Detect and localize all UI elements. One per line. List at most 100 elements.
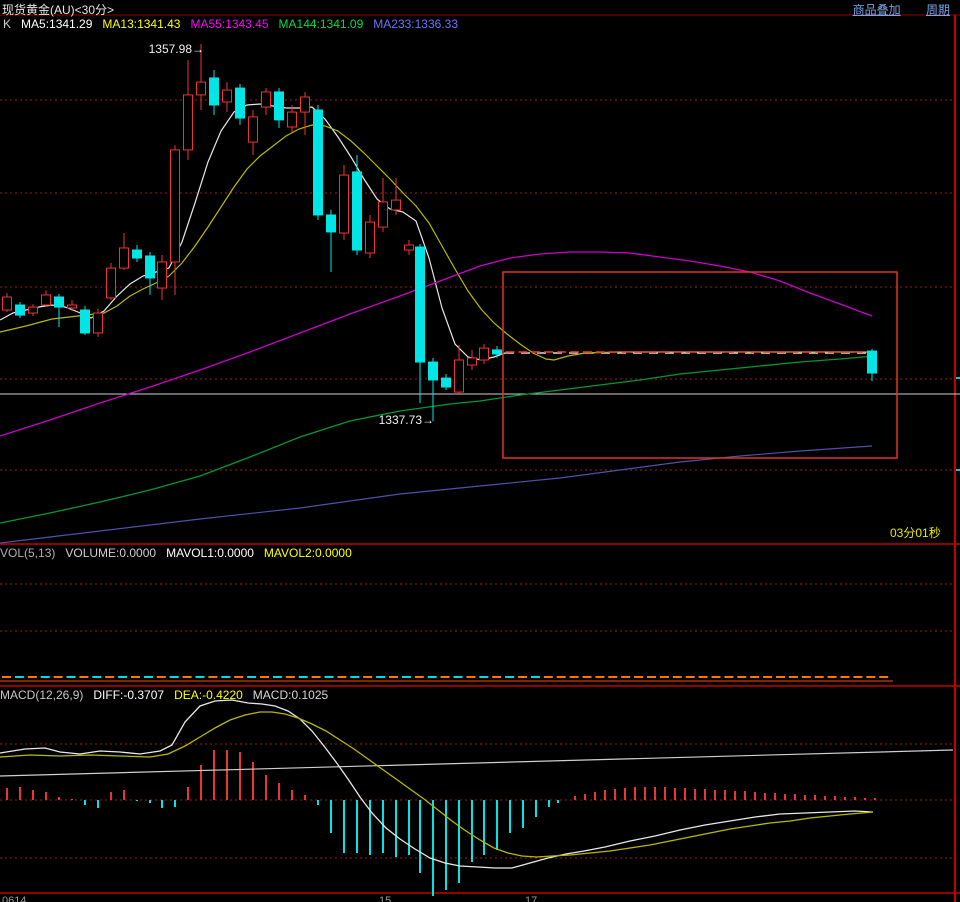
- candle: [107, 268, 116, 298]
- instrument-title: 现货黄金(AU)<30分>: [2, 1, 114, 18]
- candle: [314, 110, 323, 215]
- volume-bar: [28, 676, 37, 678]
- ma144-value: MA144:1341.09: [279, 17, 364, 31]
- doji-candle: [518, 351, 527, 353]
- doji-candle: [725, 351, 734, 353]
- volume-bar: [479, 676, 488, 678]
- candle: [94, 313, 103, 333]
- volume-bar: [505, 676, 514, 678]
- volume-bar: [376, 676, 385, 678]
- candle: [29, 307, 38, 313]
- doji-candle: [660, 351, 669, 353]
- volume-bar: [879, 676, 888, 678]
- volume-bar: [170, 676, 179, 678]
- volume-bar: [841, 676, 850, 678]
- candle: [81, 310, 90, 333]
- volume-bar: [763, 676, 772, 678]
- menu-item-overlay-compare[interactable]: 商品叠加: [853, 3, 901, 17]
- candle: [429, 362, 438, 380]
- volume-bar: [312, 676, 321, 678]
- ma13-value: MA13:1341.43: [102, 17, 180, 31]
- doji-candle: [570, 351, 579, 353]
- candle: [158, 262, 167, 288]
- volume-bar: [557, 676, 566, 678]
- candle: [455, 360, 464, 392]
- doji-candle: [712, 351, 721, 353]
- candle: [442, 378, 451, 387]
- candle: [392, 200, 401, 210]
- candle: [146, 256, 155, 278]
- candle: [171, 150, 180, 262]
- dea-value: DEA:-0.4220: [174, 688, 243, 702]
- volume-indicator-bar: VOL(5,13)VOLUME:0.0000MAVOL1:0.0000MAVOL…: [0, 546, 362, 560]
- doji-candle: [815, 351, 824, 353]
- doji-candle: [738, 351, 747, 353]
- volume-bar: [454, 676, 463, 678]
- doji-candle: [635, 351, 644, 353]
- volume-bar: [157, 676, 166, 678]
- doji-candle: [596, 351, 605, 353]
- volume-bar: [54, 676, 63, 678]
- volume-bar: [634, 676, 643, 678]
- macd-value: MACD:0.1025: [253, 688, 328, 702]
- volume-bar: [583, 676, 592, 678]
- x-axis-date-15: 15: [379, 895, 391, 902]
- volume-bar: [828, 676, 837, 678]
- doji-candle: [609, 351, 618, 353]
- bar-countdown-timer: 03分01秒: [890, 524, 941, 541]
- doji-candle: [686, 351, 695, 353]
- volume-bar: [79, 676, 88, 678]
- doji-candle: [854, 351, 863, 353]
- candle: [55, 297, 64, 307]
- volume-bar: [853, 676, 862, 678]
- volume-bar: [647, 676, 656, 678]
- doji-candle: [764, 351, 773, 353]
- macd-params: MACD(12,26,9): [0, 688, 83, 702]
- ma55-value: MA55:1343.45: [190, 17, 268, 31]
- volume-bar: [750, 676, 759, 678]
- candle: [68, 305, 77, 308]
- candle: [3, 297, 12, 310]
- doji-candle: [776, 351, 785, 353]
- candle: [197, 82, 206, 95]
- candle: [262, 92, 271, 107]
- volume-bar: [518, 676, 527, 678]
- candle: [223, 90, 232, 102]
- volume-bar: [350, 676, 359, 678]
- volume-bar: [776, 676, 785, 678]
- volume-bar: [595, 676, 604, 678]
- candle: [249, 117, 258, 142]
- volume-bar: [299, 676, 308, 678]
- doji-candle: [751, 351, 760, 353]
- volume-bar: [92, 676, 101, 678]
- candle: [301, 97, 310, 112]
- menu-item-period[interactable]: 周期: [926, 3, 950, 17]
- volume-bar: [441, 676, 450, 678]
- volume-bar: [286, 676, 295, 678]
- volume-bar: [273, 676, 282, 678]
- candle: [327, 215, 336, 232]
- x-axis-date-0614: 0614: [2, 895, 26, 902]
- volume-bar: [570, 676, 579, 678]
- macd-indicator-bar: MACD(12,26,9) DIFF:-0.3707 DEA:-0.4220 MACD…: [0, 688, 338, 702]
- volume-bar: [325, 676, 334, 678]
- volume-value: VOLUME:0.0000: [65, 546, 156, 560]
- volume-bar: [544, 676, 553, 678]
- volume-bar: [389, 676, 398, 678]
- volume-bar: [415, 676, 424, 678]
- volume-bar: [15, 676, 24, 678]
- volume-bar: [866, 676, 875, 678]
- macd-diff: [0, 700, 873, 868]
- volume-bar: [621, 676, 630, 678]
- diff-value: DIFF:-0.3707: [93, 688, 164, 702]
- clipped-axis-tick: [956, 377, 960, 379]
- vol-params: VOL(5,13): [0, 546, 55, 560]
- candle: [405, 245, 414, 250]
- volume-bar: [208, 676, 217, 678]
- chart-canvas[interactable]: [0, 0, 960, 902]
- candle: [468, 358, 477, 365]
- low-price-label: 1337.73→: [379, 413, 434, 427]
- candle: [340, 175, 349, 233]
- macd-dea: [0, 712, 873, 857]
- candle: [120, 248, 129, 268]
